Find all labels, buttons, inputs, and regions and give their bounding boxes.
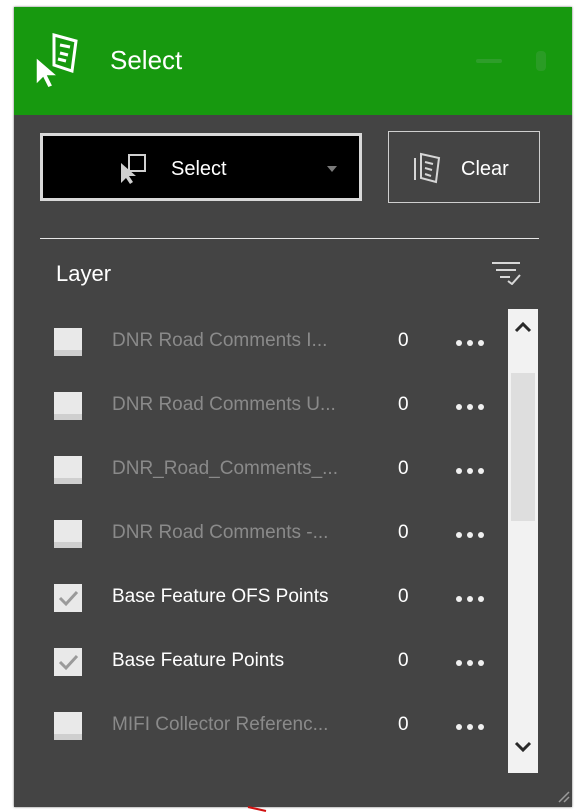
red-arrow-fragment [247, 806, 267, 812]
select-rectangle-icon [121, 154, 146, 184]
clear-button-label: Clear [461, 158, 509, 180]
panel-title: Select [110, 45, 183, 75]
dot [456, 468, 462, 474]
checkbox-shade [54, 734, 82, 740]
more-options-icon[interactable] [456, 404, 490, 412]
dot [467, 404, 473, 410]
layer-checkbox[interactable] [54, 392, 82, 420]
dot [478, 724, 484, 730]
select-widget-icon [35, 33, 78, 89]
layer-row[interactable]: DNR_Road_Comments_... 0 [54, 446, 504, 496]
layer-row[interactable]: DNR Road Comments -... 0 [54, 510, 504, 560]
dot [456, 724, 462, 730]
chevron-down-icon[interactable] [327, 166, 337, 172]
dot [456, 596, 462, 602]
panel-header: Select [14, 7, 572, 115]
layer-count: 0 [398, 394, 409, 415]
resize-handle-icon[interactable] [556, 789, 570, 803]
checkbox-shade [54, 542, 82, 548]
layer-count: 0 [398, 586, 409, 607]
layer-row[interactable]: DNR Road Comments I... 0 [54, 318, 504, 368]
layer-column-header: Layer [56, 261, 112, 286]
layer-name: DNR Road Comments I... [112, 330, 328, 351]
dot [456, 404, 462, 410]
layer-checkbox[interactable] [54, 712, 82, 740]
layer-row[interactable]: Base Feature Points 0 [54, 638, 504, 688]
layer-checkbox[interactable] [54, 456, 82, 484]
select-widget-panel: Select Select Clear Layer DNR Road Comme… [14, 7, 572, 807]
checkmark-icon [58, 590, 79, 607]
layer-checkbox[interactable] [54, 648, 82, 676]
layer-count: 0 [398, 458, 409, 479]
layer-checkbox[interactable] [54, 520, 82, 548]
layer-count: 0 [398, 714, 409, 735]
chevron-down-icon[interactable] [508, 729, 538, 765]
layer-list-scrollbar[interactable] [508, 309, 538, 773]
more-options-icon[interactable] [456, 532, 490, 540]
checkbox-shade [54, 478, 82, 484]
layer-count: 0 [398, 330, 409, 351]
layer-name: DNR Road Comments U... [112, 394, 336, 415]
layer-name: DNR_Road_Comments_... [112, 458, 338, 479]
dot [478, 404, 484, 410]
layer-name: MIFI Collector Referenc... [112, 714, 329, 735]
layer-name: DNR Road Comments -... [112, 522, 329, 543]
clear-selection-icon [414, 152, 441, 184]
checkmark-icon [58, 654, 79, 671]
scrollbar-thumb[interactable] [511, 373, 535, 521]
more-options-icon[interactable] [456, 724, 490, 732]
more-options-icon[interactable] [456, 596, 490, 604]
layer-checkbox[interactable] [54, 584, 82, 612]
dot [456, 532, 462, 538]
chevron-up-icon[interactable] [508, 309, 538, 345]
select-button[interactable]: Select [40, 133, 362, 201]
checkbox-shade [54, 350, 82, 356]
dot [478, 340, 484, 346]
more-options-icon[interactable] [456, 660, 490, 668]
dot [478, 532, 484, 538]
dot [467, 596, 473, 602]
layer-name: Base Feature Points [112, 650, 285, 671]
dot [478, 660, 484, 666]
dot [467, 660, 473, 666]
more-options-icon[interactable] [456, 468, 490, 476]
divider [40, 238, 539, 239]
dot [478, 596, 484, 602]
sort-filter-icon[interactable] [490, 259, 522, 285]
dot [467, 340, 473, 346]
dot [467, 468, 473, 474]
layer-row[interactable]: Base Feature OFS Points 0 [54, 574, 504, 624]
layer-count: 0 [398, 522, 409, 543]
dot [456, 340, 462, 346]
layer-name: Base Feature OFS Points [112, 586, 329, 607]
layer-checkbox[interactable] [54, 328, 82, 356]
layer-row[interactable]: MIFI Collector Referenc... 0 [54, 702, 504, 752]
dot [478, 468, 484, 474]
close-icon[interactable] [530, 49, 552, 73]
dot [467, 724, 473, 730]
dot [467, 532, 473, 538]
checkbox-shade [54, 414, 82, 420]
clear-button[interactable]: Clear [388, 131, 540, 203]
layer-count: 0 [398, 650, 409, 671]
minimize-icon[interactable] [476, 59, 502, 63]
layer-row[interactable]: DNR Road Comments U... 0 [54, 382, 504, 432]
more-options-icon[interactable] [456, 340, 490, 348]
dot [456, 660, 462, 666]
select-button-label: Select [171, 158, 227, 180]
